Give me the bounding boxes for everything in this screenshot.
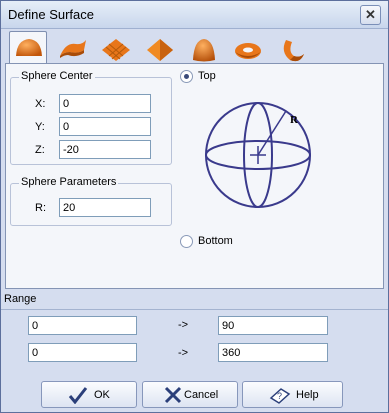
tab-torus[interactable] <box>229 34 267 62</box>
sphere-center-group: Sphere Center X: Y: Z: <box>10 70 172 165</box>
y-label: Y: <box>35 121 45 133</box>
r-label: R: <box>35 202 46 214</box>
tab-plane[interactable] <box>97 34 135 62</box>
radius-diagram-label: R <box>290 114 298 126</box>
tab-cone[interactable] <box>141 34 179 62</box>
help-label: Help <box>296 389 319 401</box>
range-row1-arrow: -> <box>178 319 189 331</box>
spiral-icon <box>283 40 304 62</box>
sphere-parameters-label: Sphere Parameters <box>19 176 119 188</box>
z-label: Z: <box>35 144 45 156</box>
plane-icon <box>102 39 130 61</box>
svg-text:?: ? <box>277 391 282 401</box>
cancel-label: Cancel <box>184 389 219 401</box>
center-y-input[interactable] <box>59 117 151 136</box>
cancel-x-icon <box>164 386 182 404</box>
range-label: Range <box>4 293 37 305</box>
surface-type-tabs <box>5 30 384 64</box>
tab-spiral[interactable] <box>273 34 311 62</box>
surface-panel: Sphere Center X: Y: Z: Sphere Parameters… <box>5 63 384 289</box>
help-icon: ? <box>269 388 291 404</box>
cone-icon <box>147 39 173 61</box>
title-bar: Define Surface ✕ <box>1 1 388 29</box>
ok-button[interactable]: OK <box>41 381 137 408</box>
tab-cylinder[interactable] <box>53 34 91 62</box>
bottom-radio[interactable] <box>180 235 193 248</box>
close-icon: ✕ <box>365 7 376 22</box>
center-x-input[interactable] <box>59 94 151 113</box>
sphere-icon <box>16 39 42 56</box>
top-radio-label: Top <box>198 70 216 82</box>
range-row2-arrow: -> <box>178 347 189 359</box>
torus-icon <box>235 43 261 59</box>
range-header: Range <box>1 292 388 310</box>
bottom-radio-label: Bottom <box>198 235 233 247</box>
sphere-parameters-group: Sphere Parameters R: <box>10 176 172 226</box>
close-button[interactable]: ✕ <box>360 5 381 25</box>
cylinder-icon <box>60 40 86 58</box>
range-row2-to-input[interactable] <box>218 343 328 362</box>
tab-paraboloid[interactable] <box>185 34 223 62</box>
define-surface-dialog: Define Surface ✕ Sphere Center X: 0 Y: 0… <box>0 0 389 413</box>
range-row1-to-input[interactable] <box>218 316 328 335</box>
sphere-center-label: Sphere Center <box>19 70 95 82</box>
cancel-button[interactable]: Cancel <box>142 381 238 408</box>
checkmark-icon <box>68 387 88 404</box>
top-radio[interactable] <box>180 70 193 83</box>
x-label: X: <box>35 98 46 110</box>
sphere-diagram <box>205 102 311 208</box>
center-z-input[interactable] <box>59 140 151 159</box>
dialog-title: Define Surface <box>8 7 94 22</box>
tab-sphere[interactable] <box>9 31 47 64</box>
radius-input[interactable] <box>59 198 151 217</box>
range-row2-from-input[interactable] <box>28 343 137 362</box>
paraboloid-icon <box>193 39 215 62</box>
help-button[interactable]: ? Help <box>242 381 343 408</box>
ok-label: OK <box>94 389 110 401</box>
range-row1-from-input[interactable] <box>28 316 137 335</box>
